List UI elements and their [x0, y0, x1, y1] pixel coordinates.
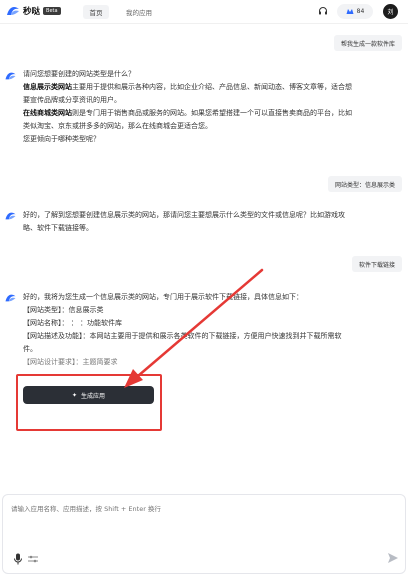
send-icon[interactable] — [387, 552, 399, 564]
message-input[interactable] — [11, 505, 391, 513]
input-mode-icon[interactable] — [27, 555, 39, 563]
microphone-icon[interactable] — [13, 553, 23, 565]
message-composer[interactable] — [2, 494, 406, 574]
